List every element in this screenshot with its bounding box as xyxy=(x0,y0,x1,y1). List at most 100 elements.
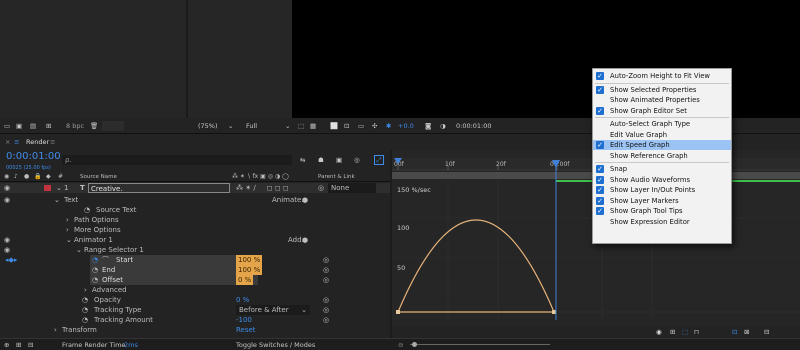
expand-icon[interactable]: ⊟ xyxy=(28,340,33,350)
view-layout-icon[interactable]: ▭ xyxy=(358,121,364,131)
prop-tracking-amount[interactable]: Tracking Amount xyxy=(94,315,153,325)
layer-switches[interactable]: ⁂ ✶ ∕ ◻ ◻ ◻ xyxy=(236,183,289,193)
animate-add-icon[interactable]: ● xyxy=(302,195,308,205)
comp-flowchart-icon[interactable]: ⇆ xyxy=(300,155,305,165)
menu-item-show-animated-properties[interactable]: Show Animated Properties xyxy=(593,95,731,105)
chevron-down-icon[interactable]: ⌄ xyxy=(228,121,233,131)
stopwatch-icon[interactable]: ◔ xyxy=(84,205,90,215)
exposure-icon[interactable]: ✱ xyxy=(386,121,391,131)
tab-render[interactable]: Render xyxy=(26,137,49,147)
graph-type-icon[interactable]: ⊞ xyxy=(670,327,675,337)
chevron-down-icon[interactable]: ⌄ xyxy=(76,245,82,255)
stopwatch-icon[interactable]: ◔ xyxy=(92,255,98,265)
color-icon[interactable]: ✣ xyxy=(372,121,377,131)
parent-header[interactable]: Parent & Link xyxy=(318,172,355,182)
transform-reset[interactable]: Reset xyxy=(236,325,256,335)
menu-item-show-reference-graph[interactable]: Show Reference Graph xyxy=(593,151,731,161)
link-icon[interactable]: ◎ xyxy=(323,305,329,315)
prop-more-options[interactable]: More Options xyxy=(74,225,121,235)
exposure-value[interactable]: +0.0 xyxy=(398,121,414,131)
transform-box-icon[interactable]: ⬚ xyxy=(682,327,688,337)
chevron-down-icon[interactable]: ⌄ xyxy=(285,121,290,131)
menu-item-show-audio-waveforms[interactable]: ✓ Show Audio Waveforms xyxy=(593,175,731,185)
prop-transform[interactable]: Transform xyxy=(62,325,97,335)
motion-blur-icon[interactable]: ◎ xyxy=(354,155,360,165)
chevron-down-icon[interactable]: ⌄ xyxy=(66,235,72,245)
stopwatch-icon[interactable]: ◔ xyxy=(92,275,98,285)
prop-range-selector[interactable]: Range Selector 1 xyxy=(84,245,144,255)
menu-item-show-selected-properties[interactable]: ✓ Show Selected Properties xyxy=(593,85,731,95)
menu-item-auto-zoom-height-to-fit-view[interactable]: ✓ Auto-Zoom Height to Fit View xyxy=(593,71,731,81)
chevron-right-icon[interactable]: › xyxy=(66,225,69,235)
trash-icon[interactable]: 🗑 xyxy=(90,121,98,131)
bpc-label[interactable]: 8 bpc xyxy=(66,121,84,131)
label-icon[interactable]: ◆ xyxy=(46,172,51,182)
camera-icon[interactable]: ◙ xyxy=(425,121,431,131)
render-icon[interactable]: ⊕ xyxy=(4,340,9,350)
menu-item-show-graph-tool-tips[interactable]: ✓ Show Graph Tool Tips xyxy=(593,206,731,216)
composition-icon[interactable]: ▣ xyxy=(16,121,22,131)
frame-blend-icon[interactable]: ▣ xyxy=(336,155,342,165)
edit-keyframe-icon[interactable]: ⊟ xyxy=(764,327,769,337)
mask-icon[interactable]: ⬜ xyxy=(330,121,338,131)
menu-item-auto-select-graph-type[interactable]: Auto-Select Graph Type xyxy=(593,119,731,129)
prop-end[interactable]: End xyxy=(102,265,115,275)
tab-menu-icon[interactable]: ≡ xyxy=(50,137,55,147)
menu-item-show-layer-markers[interactable]: ✓ Show Layer Markers xyxy=(593,196,731,206)
parent-dropdown[interactable]: None xyxy=(328,183,376,193)
viewer-timecode[interactable]: 0:00:01:00 xyxy=(456,121,492,131)
link-icon[interactable]: ◎ xyxy=(323,315,329,325)
guides-icon[interactable]: ⊡ xyxy=(344,121,349,131)
link-icon[interactable]: ◎ xyxy=(323,265,329,275)
resolution-dropdown[interactable]: Full xyxy=(246,121,257,131)
zoom-dropdown[interactable]: (75%) xyxy=(198,121,218,131)
audio-icon[interactable]: ♪ xyxy=(14,172,18,182)
stopwatch-icon[interactable]: ◔ xyxy=(82,305,88,315)
link-icon[interactable]: ◎ xyxy=(323,295,329,305)
tracking-amount-value[interactable]: -100 xyxy=(236,315,252,325)
eye-icon[interactable]: ◉ xyxy=(4,172,9,182)
label-color-swatch[interactable] xyxy=(44,185,51,191)
pickwhip-icon[interactable]: ◎ xyxy=(318,183,324,193)
prop-offset[interactable]: Offset xyxy=(102,275,123,285)
link-icon[interactable]: ◎ xyxy=(323,255,329,265)
prop-opacity[interactable]: Opacity xyxy=(94,295,121,305)
chevron-down-icon[interactable]: ⌄ xyxy=(54,195,60,205)
menu-item-show-layer-in-out-points[interactable]: ✓ Show Layer In/Out Points xyxy=(593,185,731,195)
toggle-switches-button[interactable]: Toggle Switches / Modes xyxy=(236,340,315,350)
zoom-slider[interactable] xyxy=(410,344,550,345)
snap-icon[interactable]: ⊓ xyxy=(694,327,699,337)
current-time[interactable]: 0:00:01:00 xyxy=(6,152,61,162)
chevron-right-icon[interactable]: › xyxy=(54,325,57,335)
prop-text[interactable]: Text xyxy=(64,195,78,205)
flowchart-icon[interactable]: ⊞ xyxy=(46,121,51,131)
eye-icon[interactable]: ◉ xyxy=(4,195,10,205)
lock-icon[interactable]: 🔒 xyxy=(34,172,41,182)
tracking-type-dropdown[interactable]: Before & After ⌄ xyxy=(236,305,310,315)
eye-icon[interactable]: ◉ xyxy=(4,235,10,245)
add-icon[interactable]: ● xyxy=(302,235,308,245)
menu-item-edit-value-graph[interactable]: Edit Value Graph xyxy=(593,130,731,140)
prop-advanced[interactable]: Advanced xyxy=(92,285,127,295)
menu-item-show-graph-editor-set[interactable]: ✓ Show Graph Editor Set xyxy=(593,106,731,116)
close-icon[interactable]: × xyxy=(5,137,10,147)
show-channel-icon[interactable]: ◑ xyxy=(440,121,446,131)
render-queue-icon[interactable]: ⊞ xyxy=(16,340,21,350)
chevron-down-icon[interactable]: ⌄ xyxy=(56,183,62,193)
link-icon[interactable]: ◎ xyxy=(323,275,329,285)
fit-selection-icon[interactable]: ⊡ xyxy=(732,327,737,337)
opacity-value[interactable]: 0 % xyxy=(236,295,249,305)
layer-row[interactable]: ◉ ⌄ 1 T Creative. ⁂ ✶ ∕ ◻ ◻ ◻ ◎ None xyxy=(0,183,390,193)
menu-item-show-expression-editor[interactable]: Show Expression Editor xyxy=(593,217,731,227)
number-icon[interactable]: # xyxy=(58,172,63,182)
stopwatch-icon[interactable]: ◔ xyxy=(82,295,88,305)
layer-name[interactable]: Creative. xyxy=(88,183,230,193)
zoom-slider-handle[interactable] xyxy=(412,342,417,347)
zoom-out-icon[interactable]: ⊖ xyxy=(398,340,403,350)
solo-icon[interactable]: ● xyxy=(24,172,29,182)
footage-icon[interactable]: ▤ xyxy=(30,121,36,131)
chevron-right-icon[interactable]: › xyxy=(84,285,87,295)
prop-path-options[interactable]: Path Options xyxy=(74,215,119,225)
source-name-header[interactable]: Source Name xyxy=(80,172,117,182)
offset-value[interactable]: 0 % xyxy=(236,275,254,285)
